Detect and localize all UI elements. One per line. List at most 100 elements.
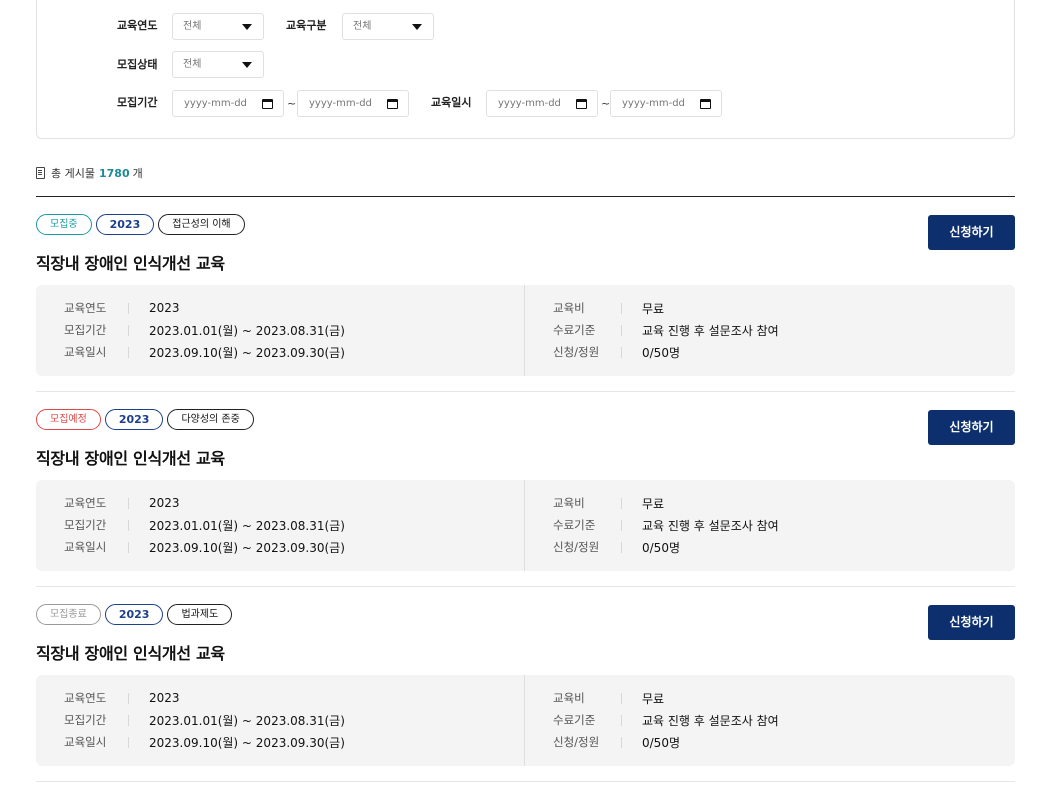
year-badge: 2023 [104,409,164,430]
info-row: 수료기준 교육 진행 후 설문조사 참여 [553,711,779,729]
info-key: 교육일시 [64,539,129,555]
info-value: 0/50명 [642,540,680,555]
info-value: 2023.09.10(월) ~ 2023.09.30(금) [149,540,345,555]
info-key: 수료기준 [553,322,622,338]
info-row: 모집기간 2023.01.01(월) ~ 2023.08.31(금) [64,516,345,534]
info-value: 2023.01.01(월) ~ 2023.08.31(금) [149,323,345,338]
course-info-box: 교육연도 2023 모집기간 2023.01.01(월) ~ 2023.08.31(… [36,480,1015,571]
document-icon [36,167,45,179]
course-item: 모집예정 2023 다양성의 존중 신청하기 직장내 장애인 인식개선 교육 교… [36,392,1015,587]
year-badge: 2023 [95,214,155,235]
recruit-status-select[interactable]: 전체 [172,51,264,78]
info-value: 2023 [149,301,180,315]
topic-badge: 다양성의 존중 [167,409,254,430]
info-value: 2023.09.10(월) ~ 2023.09.30(금) [149,735,345,750]
info-key: 교육일시 [64,734,129,750]
info-row: 교육비 무료 [553,689,664,707]
info-value: 2023 [149,691,180,705]
edu-type-select[interactable]: 전체 [342,13,434,40]
info-key: 모집기간 [64,517,129,533]
range-separator: ~ [601,97,611,110]
edu-date-label: 교육일시 [431,96,472,109]
info-key: 교육일시 [64,344,129,360]
info-value: 교육 진행 후 설문조사 참여 [642,323,779,338]
info-key: 모집기간 [64,322,129,338]
info-value: 교육 진행 후 설문조사 참여 [642,518,779,533]
recruit-start-date-placeholder: yyyy-mm-dd [184,98,247,109]
calendar-icon[interactable] [576,99,587,109]
apply-button[interactable]: 신청하기 [928,410,1015,445]
course-title[interactable]: 직장내 장애인 인식개선 교육 [36,640,225,664]
info-key: 교육연도 [64,690,129,706]
info-row: 수료기준 교육 진행 후 설문조사 참여 [553,321,779,339]
info-value: 0/50명 [642,345,680,360]
recruit-period-label: 모집기간 [117,96,158,109]
recruit-status-label: 모집상태 [117,58,158,71]
calendar-icon[interactable] [700,99,711,109]
edu-end-date-input[interactable]: yyyy-mm-dd [610,90,722,117]
topic-badge: 접근성의 이해 [158,214,245,235]
info-key: 수료기준 [553,712,622,728]
year-badge: 2023 [104,604,164,625]
info-divider [524,480,525,571]
info-row: 신청/정원 0/50명 [553,343,680,361]
info-value: 2023.09.10(월) ~ 2023.09.30(금) [149,345,345,360]
info-row: 모집기간 2023.01.01(월) ~ 2023.08.31(금) [64,711,345,729]
recruit-start-date-input[interactable]: yyyy-mm-dd [172,90,284,117]
info-value: 2023 [149,496,180,510]
course-badges: 모집중 2023 접근성의 이해 [36,214,245,235]
recruit-status-select-value: 전체 [183,59,202,70]
recruit-end-date-input[interactable]: yyyy-mm-dd [297,90,409,117]
info-row: 모집기간 2023.01.01(월) ~ 2023.08.31(금) [64,321,345,339]
calendar-icon[interactable] [387,99,398,109]
info-row: 수료기준 교육 진행 후 설문조사 참여 [553,516,779,534]
total-count-number: 1780 [98,166,130,180]
info-row: 교육연도 2023 [64,299,180,317]
course-item: 모집중 2023 접근성의 이해 신청하기 직장내 장애인 인식개선 교육 교육… [36,197,1015,392]
info-value: 2023.01.01(월) ~ 2023.08.31(금) [149,518,345,533]
info-row: 교육연도 2023 [64,494,180,512]
calendar-icon[interactable] [262,99,273,109]
info-key: 모집기간 [64,712,129,728]
info-row: 교육일시 2023.09.10(월) ~ 2023.09.30(금) [64,538,345,556]
caret-down-icon [242,24,252,30]
recruit-end-date-placeholder: yyyy-mm-dd [309,98,372,109]
info-row: 교육일시 2023.09.10(월) ~ 2023.09.30(금) [64,733,345,751]
course-title[interactable]: 직장내 장애인 인식개선 교육 [36,250,225,274]
info-key: 교육연도 [64,300,129,316]
apply-button[interactable]: 신청하기 [928,215,1015,250]
info-key: 교육비 [553,495,622,511]
info-row: 교육연도 2023 [64,689,180,707]
total-prefix: 총 게시물 [51,167,95,180]
info-value: 0/50명 [642,735,680,750]
edu-type-select-value: 전체 [353,21,372,32]
info-value: 2023.01.01(월) ~ 2023.08.31(금) [149,713,345,728]
edu-start-date-input[interactable]: yyyy-mm-dd [486,90,598,117]
info-key: 교육연도 [64,495,129,511]
edu-year-label: 교육연도 [117,19,158,32]
info-key: 교육비 [553,690,622,706]
info-key: 신청/정원 [553,539,622,555]
edu-type-label: 교육구분 [286,19,327,32]
info-key: 신청/정원 [553,344,622,360]
course-info-box: 교육연도 2023 모집기간 2023.01.01(월) ~ 2023.08.31(… [36,285,1015,376]
edu-year-select[interactable]: 전체 [172,13,264,40]
edu-end-date-placeholder: yyyy-mm-dd [622,98,685,109]
caret-down-icon [412,24,422,30]
info-row: 신청/정원 0/50명 [553,733,680,751]
recruit-status-badge: 모집종료 [36,604,101,625]
info-key: 교육비 [553,300,622,316]
info-value: 무료 [642,301,665,316]
course-badges: 모집예정 2023 다양성의 존중 [36,409,254,430]
course-title[interactable]: 직장내 장애인 인식개선 교육 [36,445,225,469]
total-post-count: 총 게시물 1780 개 [36,165,143,181]
course-info-box: 교육연도 2023 모집기간 2023.01.01(월) ~ 2023.08.31(… [36,675,1015,766]
apply-button[interactable]: 신청하기 [928,605,1015,640]
course-item: 모집종료 2023 법과제도 신청하기 직장내 장애인 인식개선 교육 교육연도… [36,587,1015,782]
search-filter-panel: 교육연도 전체 교육구분 전체 모집상태 전체 모집기간 yyyy-mm-dd … [36,0,1015,139]
total-suffix: 개 [132,167,143,180]
info-value: 교육 진행 후 설문조사 참여 [642,713,779,728]
info-key: 수료기준 [553,517,622,533]
edu-year-select-value: 전체 [183,21,202,32]
info-divider [524,285,525,376]
